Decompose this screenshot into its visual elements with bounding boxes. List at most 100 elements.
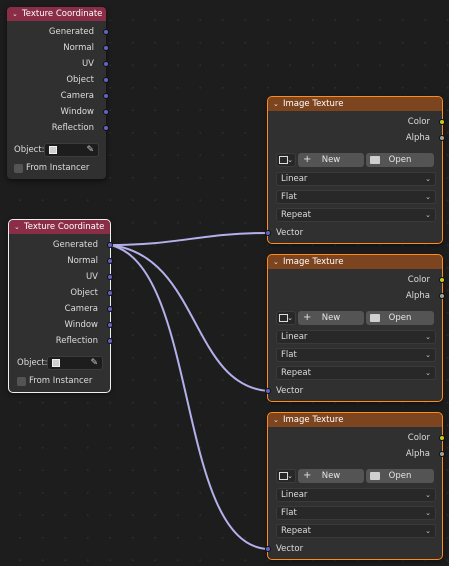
interpolation-value: Linear bbox=[281, 174, 308, 184]
image-texture-node[interactable]: ⌄ Image Texture Color Alpha ⌄ + New Open… bbox=[265, 254, 445, 402]
node-header[interactable]: ⌄ Texture Coordinate bbox=[7, 7, 106, 21]
output-object: Object bbox=[66, 75, 94, 85]
output-generated: Generated bbox=[48, 27, 94, 37]
new-image-button[interactable]: + New bbox=[298, 311, 364, 325]
node-header[interactable]: ⌄ Image Texture bbox=[268, 255, 442, 269]
chevron-down-icon: ⌄ bbox=[287, 156, 293, 164]
chevron-down-icon: ⌄ bbox=[425, 333, 431, 341]
socket-generated[interactable] bbox=[103, 29, 109, 35]
socket-normal[interactable] bbox=[103, 45, 109, 51]
socket-object[interactable] bbox=[107, 290, 113, 296]
interpolation-dropdown[interactable]: Linear ⌄ bbox=[276, 330, 436, 344]
node-header[interactable]: ⌄ Image Texture bbox=[268, 97, 442, 111]
socket-object[interactable] bbox=[103, 77, 109, 83]
node-header[interactable]: ⌄ Image Texture bbox=[268, 413, 442, 427]
output-color: Color bbox=[407, 117, 430, 127]
socket-color[interactable] bbox=[439, 277, 445, 283]
image-texture-node[interactable]: ⌄ Image Texture Color Alpha ⌄ + New Open… bbox=[265, 96, 445, 244]
interpolation-dropdown[interactable]: Linear ⌄ bbox=[276, 488, 436, 502]
projection-dropdown[interactable]: Flat ⌄ bbox=[276, 348, 436, 362]
socket-window[interactable] bbox=[107, 322, 113, 328]
chevron-down-icon[interactable]: ⌄ bbox=[12, 10, 22, 18]
socket-window[interactable] bbox=[103, 109, 109, 115]
chevron-down-icon: ⌄ bbox=[287, 472, 293, 480]
new-label: New bbox=[321, 471, 341, 481]
projection-value: Flat bbox=[281, 508, 297, 518]
extension-dropdown[interactable]: Repeat ⌄ bbox=[276, 524, 436, 538]
projection-dropdown[interactable]: Flat ⌄ bbox=[276, 190, 436, 204]
socket-camera[interactable] bbox=[107, 306, 113, 312]
new-image-button[interactable]: + New bbox=[298, 469, 364, 483]
socket-color[interactable] bbox=[439, 119, 445, 125]
eyedropper-icon[interactable]: ✎ bbox=[86, 144, 94, 156]
from-instancer-label: From Instancer bbox=[26, 163, 90, 173]
image-controls: ⌄ + New Open bbox=[276, 469, 434, 483]
socket-alpha[interactable] bbox=[439, 135, 445, 141]
projection-value: Flat bbox=[281, 350, 297, 360]
socket-uv[interactable] bbox=[107, 274, 113, 280]
socket-alpha[interactable] bbox=[439, 293, 445, 299]
image-type-dropdown[interactable]: ⌄ bbox=[276, 311, 296, 325]
open-image-button[interactable]: Open bbox=[366, 153, 434, 167]
object-field[interactable]: ✎ bbox=[44, 143, 99, 157]
output-alpha: Alpha bbox=[405, 133, 430, 143]
image-type-dropdown[interactable]: ⌄ bbox=[276, 469, 296, 483]
object-cube-icon bbox=[49, 146, 57, 154]
interpolation-dropdown[interactable]: Linear ⌄ bbox=[276, 172, 436, 186]
image-controls: ⌄ + New Open bbox=[276, 311, 434, 325]
chevron-down-icon[interactable]: ⌄ bbox=[14, 223, 24, 231]
socket-vector[interactable] bbox=[265, 546, 271, 552]
chevron-down-icon: ⌄ bbox=[287, 314, 293, 322]
socket-reflection[interactable] bbox=[103, 125, 109, 131]
input-vector: Vector bbox=[276, 228, 304, 238]
from-instancer-checkbox[interactable] bbox=[14, 164, 23, 173]
from-instancer-checkbox[interactable] bbox=[17, 377, 26, 386]
socket-color[interactable] bbox=[439, 435, 445, 441]
image-type-dropdown[interactable]: ⌄ bbox=[276, 153, 296, 167]
new-image-button[interactable]: + New bbox=[298, 153, 364, 167]
projection-value: Flat bbox=[281, 192, 297, 202]
extension-dropdown[interactable]: Repeat ⌄ bbox=[276, 208, 436, 222]
node-title: Image Texture bbox=[283, 257, 344, 267]
projection-dropdown[interactable]: Flat ⌄ bbox=[276, 506, 436, 520]
from-instancer-label: From Instancer bbox=[29, 376, 93, 386]
object-label: Object: bbox=[14, 145, 45, 155]
open-image-button[interactable]: Open bbox=[366, 311, 434, 325]
chevron-down-icon: ⌄ bbox=[425, 491, 431, 499]
node-title: Image Texture bbox=[283, 99, 344, 109]
chevron-down-icon[interactable]: ⌄ bbox=[273, 100, 283, 108]
chevron-down-icon: ⌄ bbox=[425, 351, 431, 359]
open-label: Open bbox=[388, 313, 412, 323]
folder-icon bbox=[370, 472, 380, 480]
image-texture-node[interactable]: ⌄ Image Texture Color Alpha ⌄ + New Open… bbox=[265, 412, 445, 560]
object-label: Object: bbox=[17, 358, 48, 368]
socket-vector[interactable] bbox=[265, 230, 271, 236]
texture-coordinate-node-selected[interactable]: ⌄ Texture Coordinate Generated Normal UV… bbox=[8, 219, 113, 393]
eyedropper-icon[interactable]: ✎ bbox=[90, 357, 98, 369]
chevron-down-icon: ⌄ bbox=[425, 369, 431, 377]
socket-normal[interactable] bbox=[107, 258, 113, 264]
socket-uv[interactable] bbox=[103, 61, 109, 67]
socket-camera[interactable] bbox=[103, 93, 109, 99]
chevron-down-icon: ⌄ bbox=[425, 211, 431, 219]
texture-coordinate-node[interactable]: ⌄ Texture Coordinate Generated Normal UV… bbox=[7, 7, 109, 179]
socket-alpha[interactable] bbox=[439, 451, 445, 457]
output-color: Color bbox=[407, 433, 430, 443]
chevron-down-icon[interactable]: ⌄ bbox=[273, 258, 283, 266]
extension-dropdown[interactable]: Repeat ⌄ bbox=[276, 366, 436, 380]
socket-vector[interactable] bbox=[265, 388, 271, 394]
open-image-button[interactable]: Open bbox=[366, 469, 434, 483]
socket-generated[interactable] bbox=[107, 242, 113, 248]
chevron-down-icon[interactable]: ⌄ bbox=[273, 416, 283, 424]
link-generated-to-vector-3[interactable] bbox=[109, 244, 269, 550]
node-header[interactable]: ⌄ Texture Coordinate bbox=[9, 220, 110, 234]
output-normal: Normal bbox=[63, 43, 94, 53]
link-generated-to-vector-2[interactable] bbox=[109, 244, 269, 392]
chevron-down-icon: ⌄ bbox=[425, 175, 431, 183]
object-field[interactable]: ✎ bbox=[47, 356, 103, 370]
link-generated-to-vector-1[interactable] bbox=[109, 232, 269, 246]
output-camera: Camera bbox=[64, 304, 98, 314]
socket-reflection[interactable] bbox=[107, 338, 113, 344]
open-label: Open bbox=[388, 471, 412, 481]
output-object: Object bbox=[70, 288, 98, 298]
